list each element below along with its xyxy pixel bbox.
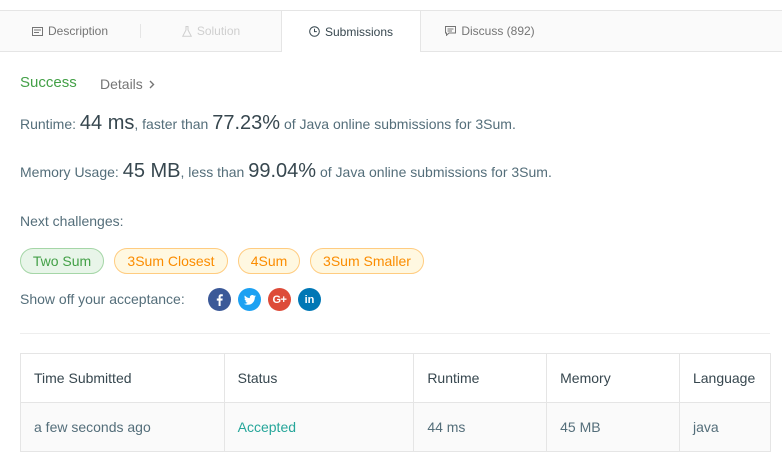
twitter-icon[interactable] [238, 288, 261, 311]
status-accepted-link[interactable]: Accepted [223, 402, 415, 452]
tab-discuss-label: Discuss (892) [461, 24, 535, 38]
tab-description[interactable]: Description [0, 11, 140, 51]
header-time-submitted[interactable]: Time Submitted [20, 353, 225, 403]
challenge-3sum-smaller[interactable]: 3Sum Smaller [310, 248, 424, 274]
table-row: a few seconds ago Accepted 44 ms 45 MB j… [20, 402, 772, 452]
linkedin-icon[interactable]: in [298, 288, 321, 311]
runtime-value: 44 ms [79, 112, 135, 134]
tab-solution[interactable]: Solution [141, 11, 281, 51]
header-memory[interactable]: Memory [546, 353, 680, 403]
challenge-3sum-closest[interactable]: 3Sum Closest [114, 248, 228, 274]
next-challenges-label: Next challenges: [20, 213, 124, 229]
memory-percent: 99.04% [248, 160, 317, 182]
top-bar [0, 0, 782, 11]
tab-discuss[interactable]: Discuss (892) [420, 11, 560, 51]
runtime-suffix: of Java online submissions for 3Sum. [283, 116, 516, 132]
share-label: Show off your acceptance: [20, 291, 185, 307]
runtime-label: Runtime: [20, 116, 77, 132]
tab-submissions[interactable]: Submissions [281, 11, 421, 52]
cell-language: java [678, 402, 772, 452]
tab-submissions-label: Submissions [324, 24, 394, 39]
challenge-4sum[interactable]: 4Sum [238, 248, 300, 274]
header-runtime[interactable]: Runtime [413, 353, 548, 403]
table-header-row: Time Submitted Status Runtime Memory Lan… [20, 353, 772, 403]
runtime-percent: 77.23% [212, 112, 281, 134]
section-divider [20, 333, 770, 334]
tab-description-label: Description [47, 24, 109, 38]
comment-icon [445, 26, 457, 36]
chevron-right-icon [149, 80, 155, 88]
runtime-line: Runtime: 44 ms, faster than 77.23% of Ja… [20, 112, 516, 135]
tab-solution-label: Solution [196, 24, 241, 38]
header-language[interactable]: Language [678, 353, 772, 403]
google-plus-icon[interactable]: G+ [268, 288, 291, 311]
memory-line: Memory Usage: 45 MB, less than 99.04% of… [20, 160, 552, 183]
clock-icon [309, 26, 320, 37]
challenge-two-sum[interactable]: Two Sum [20, 248, 104, 274]
result-status: Success [20, 74, 77, 91]
cell-memory: 45 MB [546, 402, 680, 452]
memory-label: Memory Usage: [20, 164, 119, 180]
details-label: Details [100, 76, 143, 92]
facebook-icon[interactable] [208, 288, 231, 311]
description-icon [31, 26, 43, 36]
cell-time-submitted: a few seconds ago [20, 402, 225, 452]
cell-runtime: 44 ms [413, 402, 548, 452]
runtime-compare: , faster than [134, 116, 209, 132]
details-link[interactable]: Details [100, 76, 155, 92]
memory-compare: , less than [180, 164, 245, 180]
submissions-table: Time Submitted Status Runtime Memory Lan… [20, 353, 772, 452]
memory-suffix: of Java online submissions for 3Sum. [319, 164, 552, 180]
tab-bar: Description Solution Submissions Discuss… [0, 11, 782, 52]
header-status[interactable]: Status [223, 353, 415, 403]
memory-value: 45 MB [122, 160, 181, 182]
flask-icon [181, 25, 192, 37]
